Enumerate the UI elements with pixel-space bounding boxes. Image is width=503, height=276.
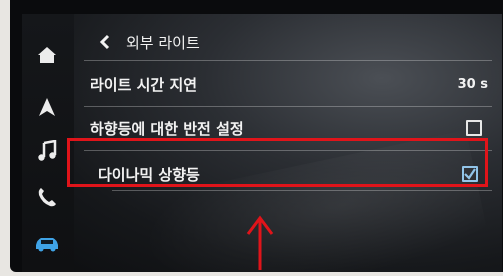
home-icon[interactable] (34, 42, 60, 68)
phone-icon[interactable] (34, 184, 60, 210)
checkbox-unchecked[interactable] (466, 120, 482, 136)
music-note-icon[interactable] (34, 138, 60, 164)
setting-value: 30 s (457, 76, 488, 92)
annotation-arrow-icon (240, 212, 280, 276)
setting-light-time-delay[interactable]: 라이트 시간 지연 30 s (84, 64, 492, 104)
setting-label: 라이트 시간 지연 (90, 75, 198, 94)
chevron-left-icon[interactable] (98, 34, 120, 50)
navigation-arrow-icon[interactable] (34, 94, 60, 120)
page-title: 외부 라이트 (126, 33, 200, 52)
car-icon[interactable] (34, 230, 60, 256)
divider (84, 60, 492, 61)
highlight-box (67, 138, 488, 187)
header-bar: 외부 라이트 (84, 28, 492, 56)
divider (112, 190, 492, 191)
setting-label: 하향등에 대한 반전 설정 (90, 119, 244, 138)
divider (84, 106, 492, 107)
